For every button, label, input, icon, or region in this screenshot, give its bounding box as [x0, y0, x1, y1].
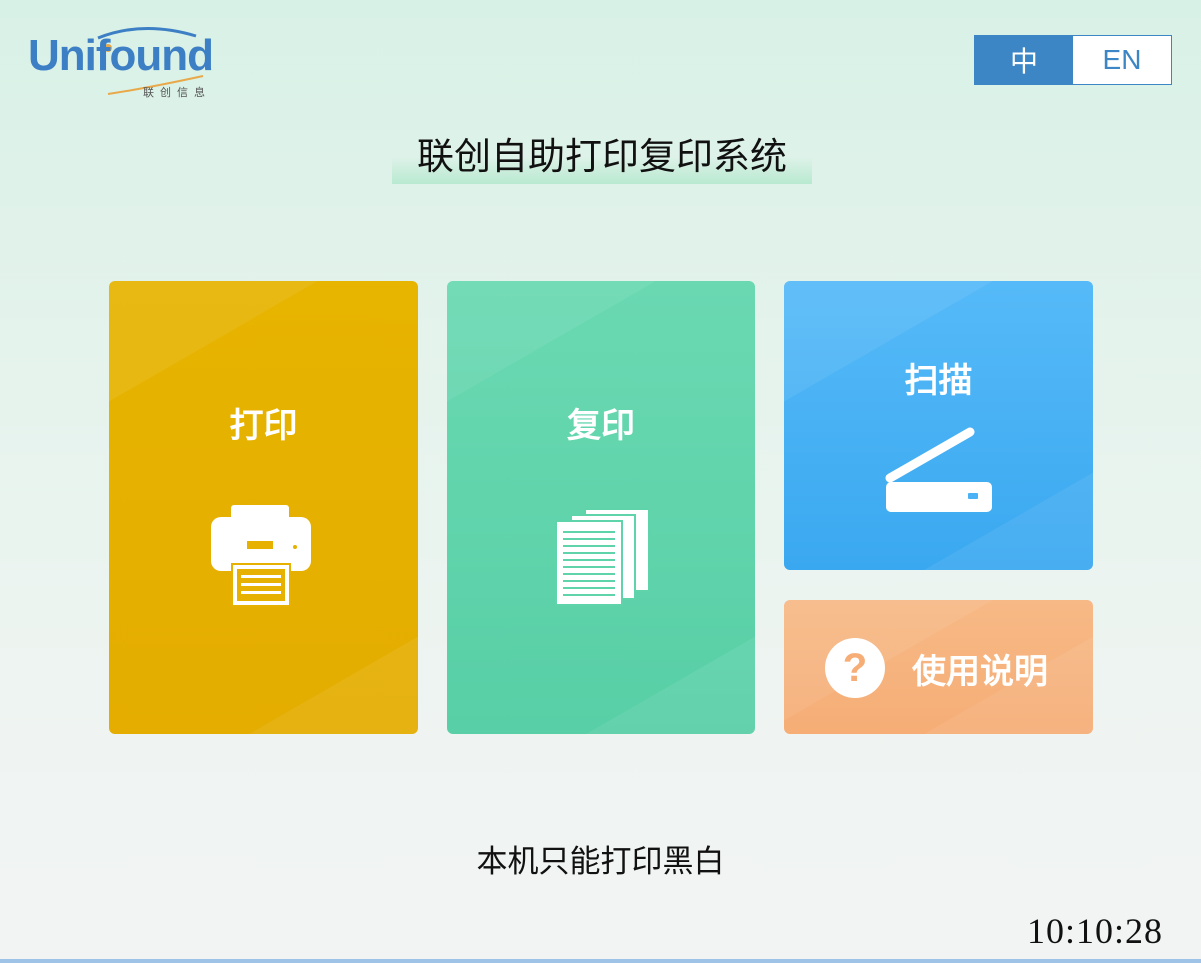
scan-label: 扫描: [904, 361, 973, 401]
copy-label: 复印: [567, 406, 635, 446]
print-tile[interactable]: 打印: [109, 281, 418, 734]
language-switch: 中 EN: [974, 35, 1172, 85]
printer-icon: [209, 501, 313, 613]
bottom-border: [0, 959, 1201, 963]
notice-text: 本机只能打印黑白: [476, 844, 725, 880]
help-label: 使用说明: [912, 652, 1048, 692]
copy-tile[interactable]: 复印: [447, 281, 755, 734]
help-tile[interactable]: ? 使用说明: [784, 600, 1093, 734]
language-en-button[interactable]: EN: [1073, 36, 1171, 84]
language-zh-button[interactable]: 中: [975, 36, 1073, 84]
logo: Unifound 联创信息: [28, 24, 238, 102]
documents-icon: [555, 507, 651, 611]
clock: 10:10:28: [1026, 911, 1163, 951]
question-icon: ?: [825, 638, 885, 698]
logo-subtitle: 联创信息: [143, 86, 211, 99]
scan-tile[interactable]: 扫描: [784, 281, 1093, 570]
logo-wordmark: Unifound: [28, 31, 214, 80]
scanner-icon: [884, 426, 994, 520]
print-label: 打印: [229, 406, 298, 446]
page-title: 联创自助打印复印系统: [392, 130, 812, 184]
